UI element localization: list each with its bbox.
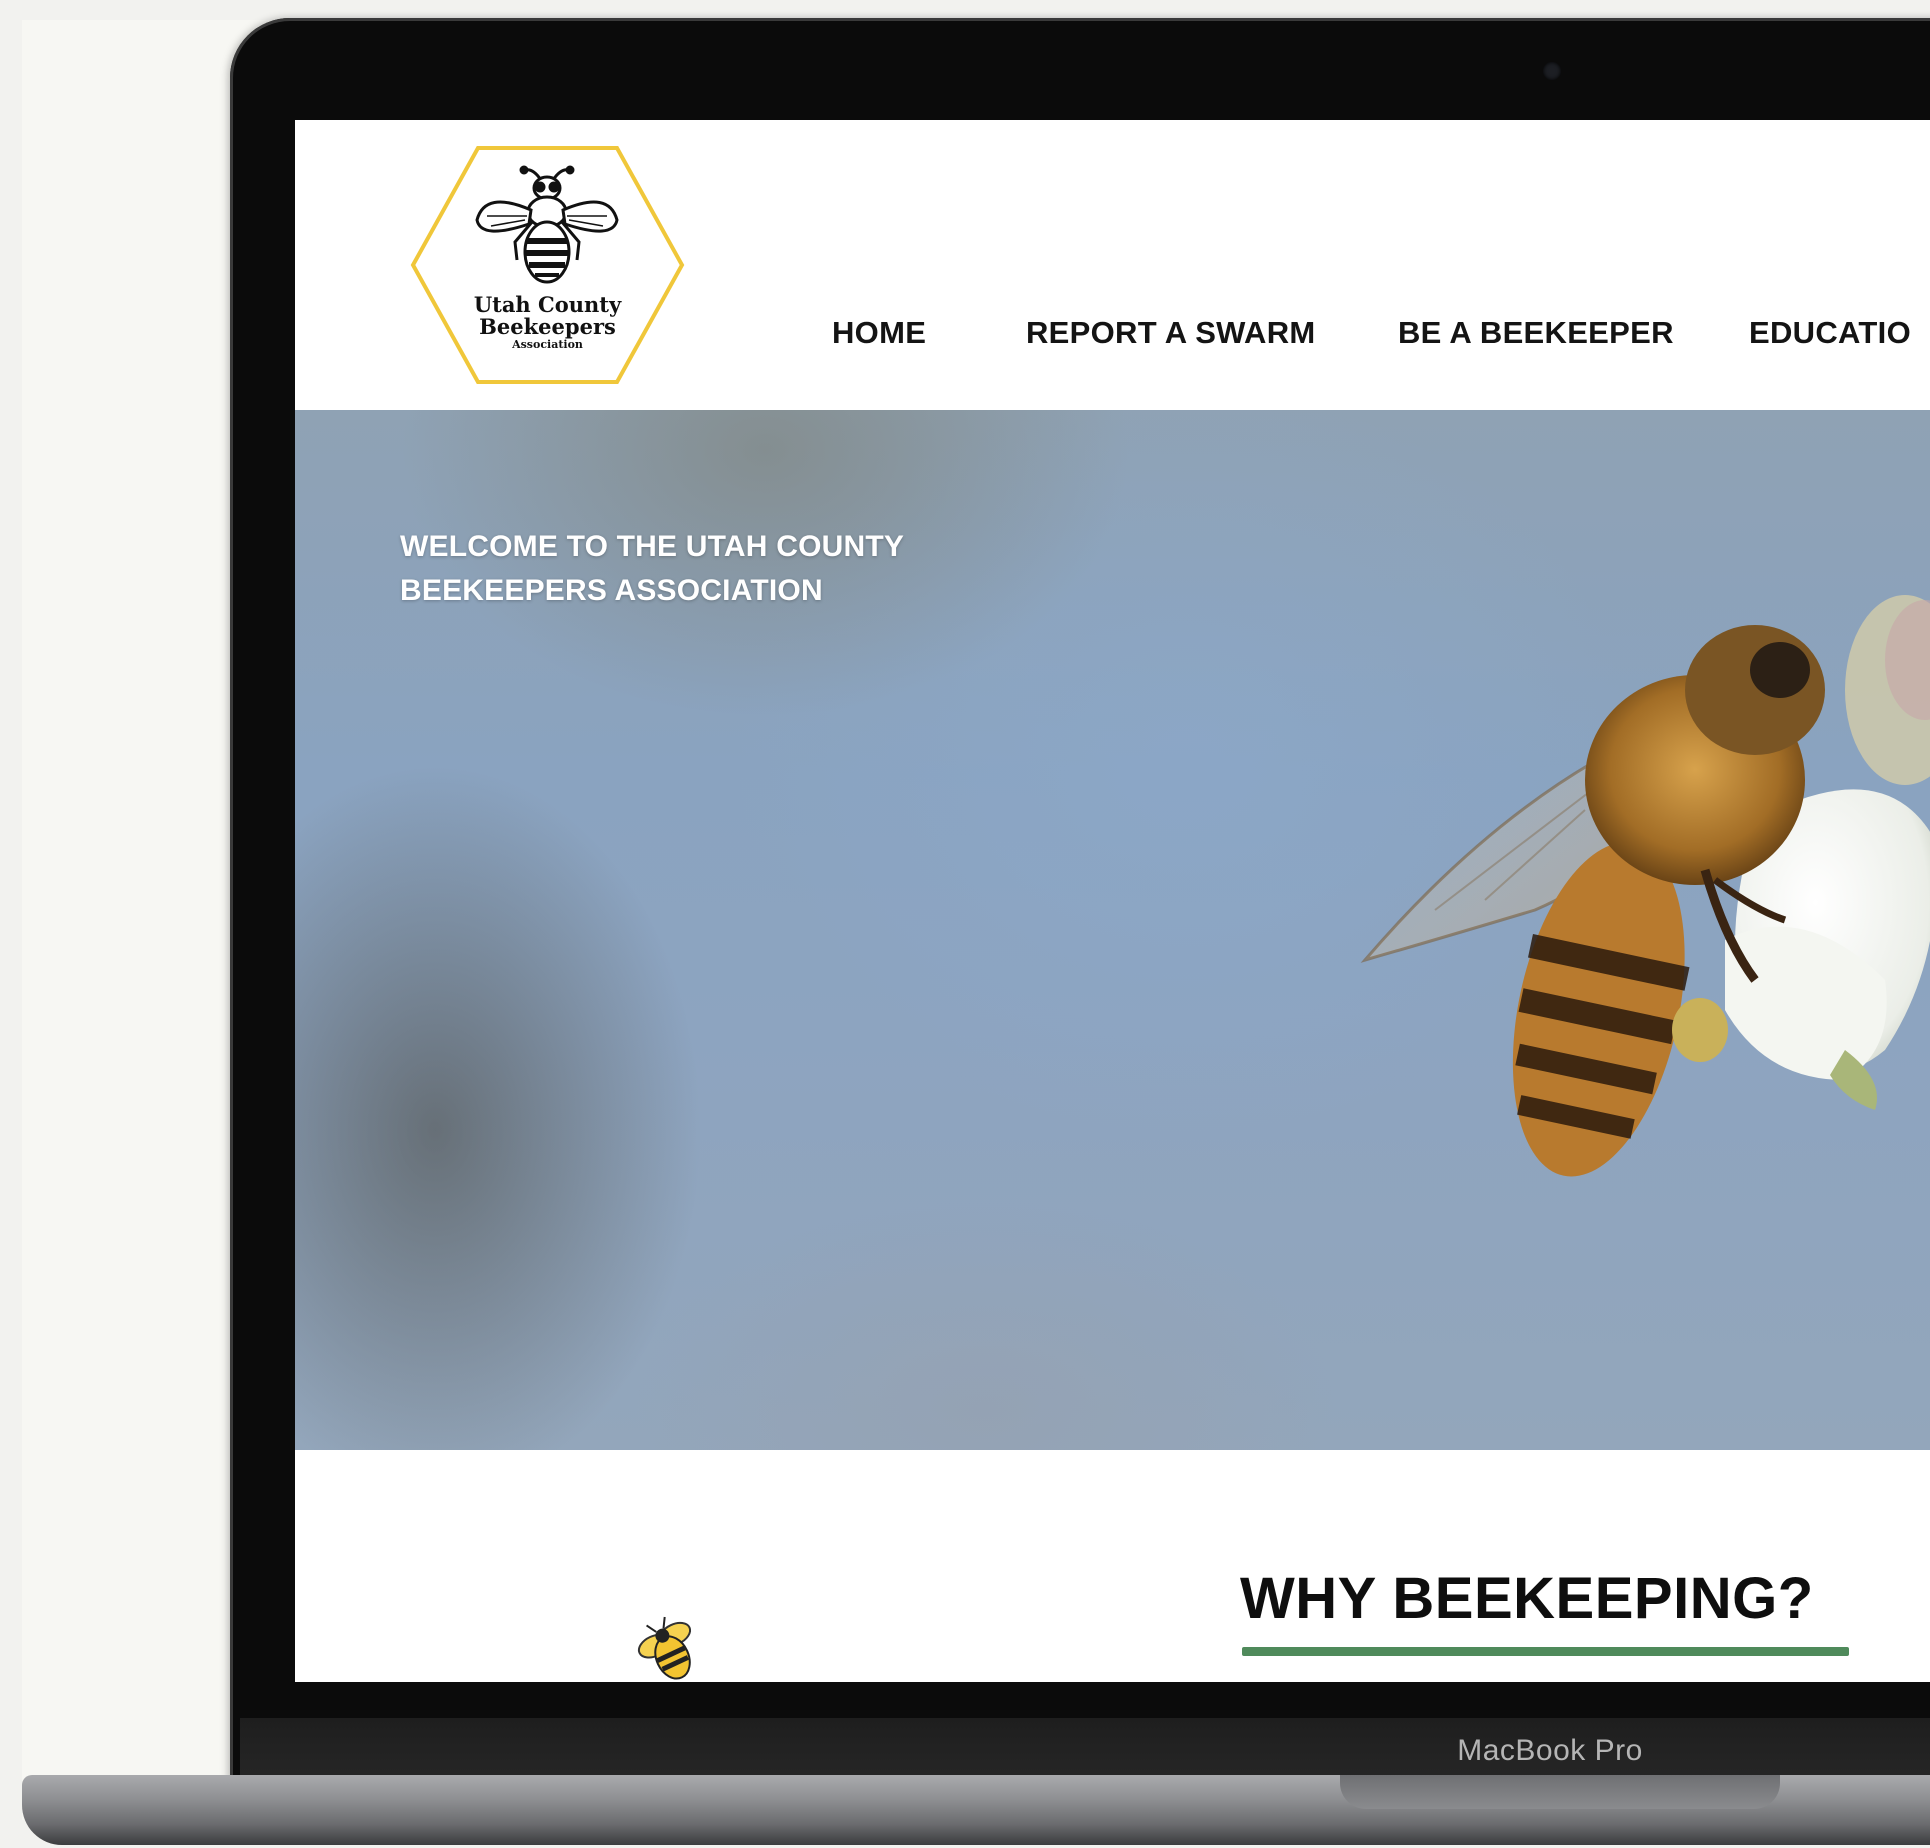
laptop-chin — [240, 1718, 1930, 1780]
nav-item-be-a-beekeeper[interactable]: BE A BEEKEEPER — [1398, 315, 1674, 351]
scene: Utah County Beekeepers Association HOME … — [0, 0, 1930, 1848]
hero-title: WELCOME TO THE UTAH COUNTY BEEKEEPERS AS… — [400, 530, 904, 607]
camera-icon — [1543, 62, 1561, 80]
hero-bee-photo — [1360, 595, 1930, 1177]
heading-underline — [1242, 1647, 1849, 1656]
main-nav: HOME REPORT A SWARM BE A BEEKEEPER EDUCA… — [295, 315, 1930, 365]
laptop-screen: Utah County Beekeepers Association HOME … — [295, 120, 1930, 1682]
hero-banner: WELCOME TO THE UTAH COUNTY BEEKEEPERS AS… — [295, 410, 1930, 1450]
device-model-label: MacBook Pro — [1457, 1734, 1643, 1767]
nav-item-education[interactable]: EDUCATIO — [1749, 315, 1911, 351]
nav-item-home[interactable]: HOME — [832, 315, 926, 351]
laptop-opening-notch — [1340, 1775, 1780, 1809]
site-header: Utah County Beekeepers Association HOME … — [295, 120, 1930, 410]
section-heading: WHY BEEKEEPING? — [1240, 1566, 1814, 1631]
why-beekeeping-section: WHY BEEKEEPING? — [295, 1450, 1930, 1682]
nav-item-report-a-swarm[interactable]: REPORT A SWARM — [1026, 315, 1316, 351]
bee-icon — [637, 1616, 692, 1680]
